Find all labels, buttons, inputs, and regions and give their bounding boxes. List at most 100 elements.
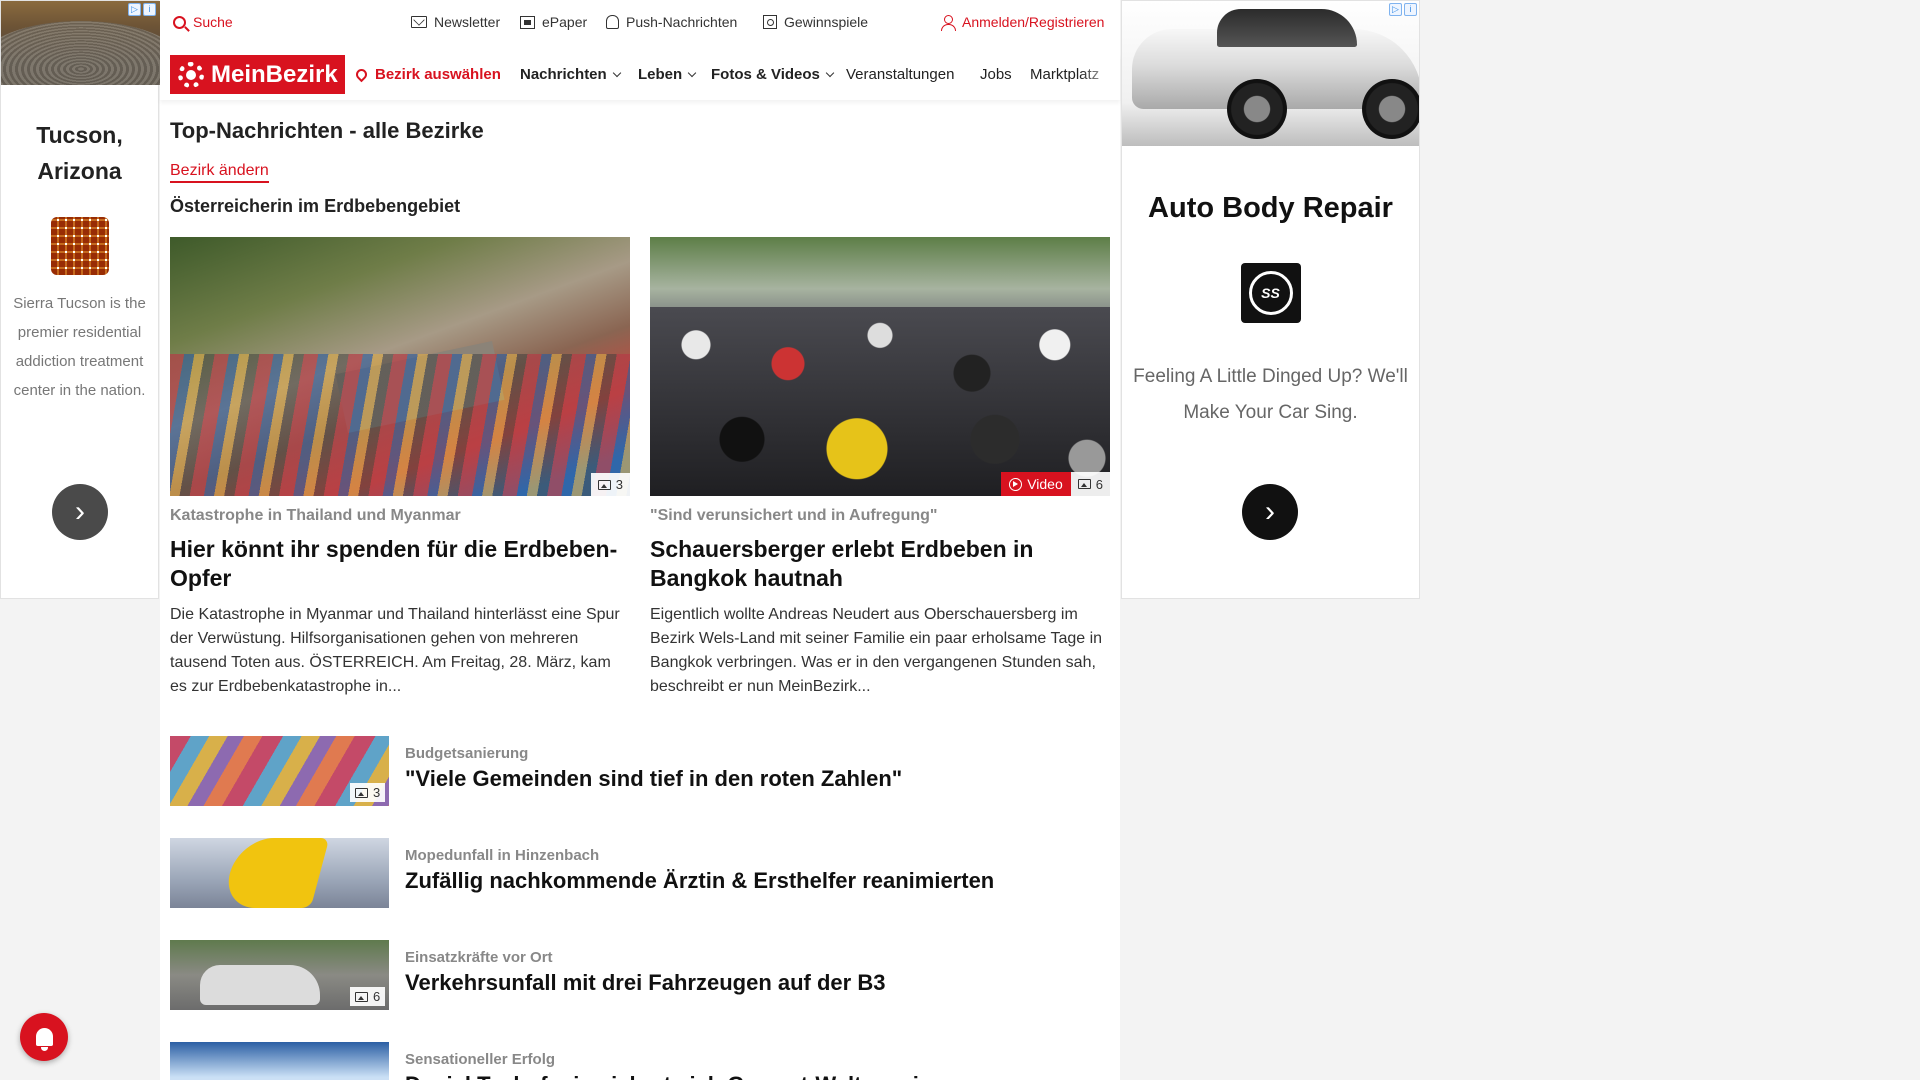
- gift-icon: [763, 15, 777, 29]
- image-icon: [597, 479, 611, 490]
- change-bezirk-link[interactable]: Bezirk ändern: [170, 162, 269, 183]
- user-icon: [941, 14, 956, 31]
- article-headline[interactable]: Zufällig nachkommende Ärztin & Ersthelfe…: [405, 868, 994, 894]
- ad-title: Tucson, Arizona: [36, 122, 123, 184]
- ad-text: Feeling A Little Dinged Up? We'll Make Y…: [1133, 366, 1408, 423]
- image-icon: [355, 787, 368, 798]
- play-icon: [1009, 477, 1023, 491]
- topic-heading[interactable]: Österreicherin im Erdbebengebiet: [170, 196, 460, 217]
- newsletter-label: Newsletter: [434, 14, 501, 30]
- nav-item-leben[interactable]: Leben: [638, 66, 697, 83]
- ad-title: Auto Body Repair: [1148, 192, 1393, 224]
- epaper-link[interactable]: ePaper: [520, 14, 587, 30]
- article-kicker: "Sind verunsichert und in Aufregung": [650, 507, 938, 524]
- article-headline[interactable]: Schauersberger erlebt Erdbeben in Bangko…: [650, 535, 1110, 593]
- image-icon: [1077, 479, 1091, 489]
- image-count-badge: 6: [350, 987, 386, 1006]
- article-teaser: Eigentlich wollte Andreas Neudert aus Ob…: [650, 606, 1103, 695]
- image-detail: [170, 353, 630, 496]
- nav-label: Fotos & Videos: [711, 66, 820, 83]
- location-pin-icon: [353, 66, 370, 83]
- article-thumbnail[interactable]: 3: [170, 736, 389, 806]
- image-count: 6: [1095, 476, 1103, 492]
- ad-text: Sierra Tucson is the premier residential…: [13, 295, 146, 399]
- newsletter-link[interactable]: Newsletter: [411, 14, 500, 30]
- article-kicker: Sensationeller Erfolg: [405, 1051, 556, 1068]
- nav-item-nachrichten[interactable]: Nachrichten: [520, 66, 621, 83]
- article-thumbnail[interactable]: 6: [170, 940, 389, 1010]
- main-nav: MeinBezirk Bezirk auswählen Nachrichten …: [160, 54, 1120, 100]
- gewinnspiele-label: Gewinnspiele: [784, 14, 869, 30]
- page: ▷ i Tucson, Arizona Sierra Tucson is the …: [0, 0, 1920, 1080]
- ad-logo-text: SS: [1248, 271, 1293, 315]
- list-item[interactable]: Sensationeller Erfolg Daniel Tschofenig …: [170, 1042, 1110, 1080]
- right-ad-banner[interactable]: ▷ i Auto Body Repair SS Feeling A Little …: [1121, 0, 1420, 599]
- image-count-badge: 3: [350, 783, 386, 802]
- video-label: Video: [1027, 476, 1063, 492]
- article-image[interactable]: Video 6: [650, 237, 1110, 496]
- article-headline[interactable]: Verkehrsunfall mit drei Fahrzeugen auf d…: [405, 970, 885, 996]
- image-count-badge: 6: [1070, 472, 1110, 496]
- search-icon: [173, 15, 186, 29]
- chevron-down-icon: [612, 68, 621, 78]
- top-utility-bar: Suche Newsletter ePaper Push-Nachrichten…: [160, 0, 1120, 46]
- chevron-right-icon[interactable]: ›: [1242, 484, 1298, 540]
- article-card[interactable]: Video 6 "Sind verunsichert und in Aufreg…: [650, 237, 1110, 699]
- article-thumbnail[interactable]: [170, 838, 389, 908]
- bell-icon: [35, 1028, 53, 1051]
- image-count-badge: 3: [590, 473, 630, 496]
- video-badge: Video: [1001, 472, 1071, 496]
- article-headline[interactable]: Daniel Tschofenig sichert sich Gesamt-We…: [405, 1072, 945, 1080]
- nav-item-fotos-videos[interactable]: Fotos & Videos: [711, 66, 835, 83]
- image-count: 3: [373, 785, 381, 800]
- bezirk-select[interactable]: Bezirk auswählen: [353, 66, 501, 83]
- push-label: Push-Nachrichten: [626, 14, 738, 30]
- list-item[interactable]: 6 Einsatzkräfte vor Ort Verkehrsunfall m…: [170, 940, 1110, 1010]
- image-detail: [1217, 9, 1357, 47]
- article-image[interactable]: 3: [170, 237, 630, 496]
- chevron-right-icon[interactable]: ›: [52, 484, 108, 540]
- article-kicker: Katastrophe in Thailand und Myanmar: [170, 507, 461, 524]
- chevron-down-icon: [825, 68, 835, 78]
- chevron-down-icon: [687, 68, 697, 78]
- nav-item-veranstaltungen[interactable]: Veranstaltungen: [846, 66, 954, 83]
- search-link[interactable]: Suche: [173, 14, 233, 30]
- nav-label: Veranstaltungen: [846, 66, 955, 83]
- image-detail: [650, 307, 1110, 496]
- nav-fade: [1080, 54, 1120, 100]
- image-detail: [1227, 79, 1287, 139]
- nav-label: Jobs: [980, 66, 1012, 83]
- article-thumbnail[interactable]: [170, 1042, 389, 1080]
- adchoices-badge[interactable]: ▷ i: [128, 3, 156, 16]
- left-ad-banner[interactable]: ▷ i Tucson, Arizona Sierra Tucson is the …: [0, 0, 160, 599]
- bezirk-label: Bezirk auswählen: [375, 66, 501, 83]
- logo-sun-icon: [178, 61, 204, 88]
- newspaper-icon: [520, 15, 535, 29]
- image-count: 3: [615, 477, 623, 492]
- image-count: 6: [373, 989, 381, 1004]
- nav-label: Nachrichten: [520, 66, 607, 83]
- bell-icon: [606, 15, 619, 29]
- article-headline[interactable]: "Viele Gemeinden sind tief in den roten …: [405, 766, 902, 792]
- image-detail: [200, 965, 320, 1005]
- article-kicker: Einsatzkräfte vor Ort: [405, 949, 553, 966]
- push-link[interactable]: Push-Nachrichten: [606, 14, 737, 30]
- article-kicker: Mopedunfall in Hinzenbach: [405, 847, 600, 864]
- mail-icon: [411, 16, 427, 28]
- image-detail: [1362, 79, 1419, 139]
- gewinnspiele-link[interactable]: Gewinnspiele: [763, 14, 868, 30]
- site-logo[interactable]: MeinBezirk: [170, 55, 345, 94]
- page-title: Top-Nachrichten - alle Bezirke: [170, 118, 484, 143]
- epaper-label: ePaper: [542, 14, 588, 30]
- list-item[interactable]: Mopedunfall in Hinzenbach Zufällig nachk…: [170, 838, 1110, 908]
- nav-item-jobs[interactable]: Jobs: [980, 66, 1012, 83]
- article-headline[interactable]: Hier könnt ihr spenden für die Erdbeben-…: [170, 535, 630, 593]
- login-label: Anmelden/Registrieren: [962, 14, 1105, 30]
- notification-bell-button[interactable]: [20, 1013, 68, 1061]
- list-item[interactable]: 3 Budgetsanierung "Viele Gemeinden sind …: [170, 736, 1110, 806]
- adchoices-badge[interactable]: ▷ i: [1389, 3, 1417, 16]
- article-card[interactable]: 3 Katastrophe in Thailand und Myanmar Hi…: [170, 237, 630, 699]
- ad-car-image: [1122, 1, 1419, 146]
- image-badges: Video 6: [1001, 472, 1110, 496]
- login-link[interactable]: Anmelden/Registrieren: [941, 14, 1105, 31]
